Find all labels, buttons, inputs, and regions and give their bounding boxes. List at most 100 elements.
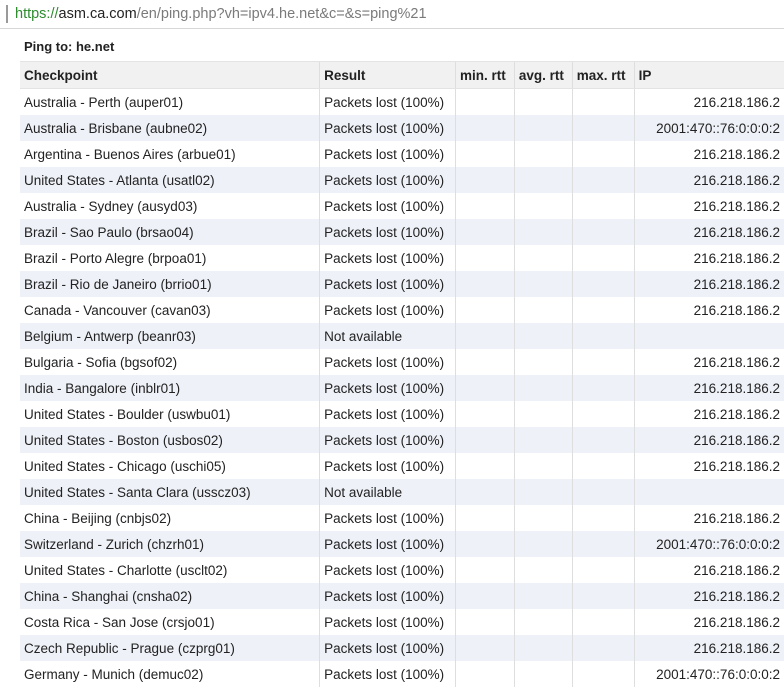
- avg-rtt-cell: [513, 583, 573, 609]
- ping-target-caption: Ping to: he.net: [24, 39, 115, 54]
- result-cell: Packets lost (100%): [319, 531, 456, 557]
- max-rtt-cell: [571, 271, 635, 297]
- ip-cell: 216.218.186.2: [633, 583, 784, 609]
- max-rtt-cell: [571, 167, 635, 193]
- ip-cell: [633, 323, 784, 349]
- avg-rtt-cell: [513, 531, 573, 557]
- max-rtt-cell: [571, 453, 635, 479]
- max-rtt-cell: [571, 661, 635, 687]
- table-row: Canada - Vancouver (cavan03) Packets lost…: [20, 297, 784, 323]
- min-rtt-cell: [455, 375, 515, 401]
- max-rtt-cell: [571, 245, 635, 271]
- column-header-checkpoint: Checkpoint: [20, 61, 320, 89]
- avg-rtt-cell: [513, 401, 573, 427]
- checkpoint-cell: United States - Boston (usbos02): [20, 427, 320, 453]
- table-row: Bulgaria - Sofia (bgsof02) Packets lost (…: [20, 349, 784, 375]
- min-rtt-cell: [455, 635, 515, 661]
- result-cell: Packets lost (100%): [319, 141, 456, 167]
- ip-cell: 216.218.186.2: [633, 167, 784, 193]
- ip-cell: 216.218.186.2: [633, 219, 784, 245]
- max-rtt-cell: [571, 323, 635, 349]
- column-header-result: Result: [319, 61, 456, 89]
- result-cell: Packets lost (100%): [319, 583, 456, 609]
- min-rtt-cell: [455, 245, 515, 271]
- column-header-ip: IP: [633, 61, 784, 89]
- max-rtt-cell: [571, 88, 635, 115]
- checkpoint-cell: Australia - Sydney (ausyd03): [24, 198, 198, 214]
- max-rtt-cell: [571, 297, 635, 323]
- table-row: United States - Boston (usbos02) Packets …: [20, 427, 784, 453]
- max-rtt-cell: [571, 635, 635, 661]
- checkpoint-cell: Belgium - Antwerp (beanr03): [20, 323, 320, 349]
- avg-rtt-cell: [513, 88, 573, 115]
- checkpoint-cell: Australia - Brisbane (aubne02): [20, 115, 320, 141]
- table-row: United States - Charlotte (usclt02) Packe…: [20, 557, 784, 583]
- min-rtt-cell: [455, 323, 515, 349]
- ip-cell: 216.218.186.2: [633, 193, 784, 219]
- avg-rtt-cell: [513, 557, 573, 583]
- result-cell: Packets lost (100%): [319, 167, 456, 193]
- ip-cell: 216.218.186.2: [633, 557, 784, 583]
- min-rtt-cell: [455, 453, 515, 479]
- table-row: United States - Atlanta (usatl02) Packets…: [20, 167, 784, 193]
- ip-cell: 2001:470::76:0:0:0:2: [633, 531, 784, 557]
- result-cell: Packets lost (100%): [319, 88, 456, 115]
- result-cell: Packets lost (100%): [319, 349, 456, 375]
- result-cell: Packets lost (100%): [319, 557, 456, 583]
- min-rtt-cell: [455, 141, 515, 167]
- checkpoint-cell: Switzerland - Zurich (chzrh01): [20, 531, 320, 557]
- result-cell: Packets lost (100%): [319, 453, 456, 479]
- checkpoint-cell: Germany - Munich (demuc02): [24, 666, 204, 682]
- avg-rtt-cell: [513, 609, 573, 635]
- result-cell: Packets lost (100%): [319, 271, 456, 297]
- avg-rtt-cell: [513, 635, 573, 661]
- table-row: Brazil - Sao Paulo (brsao04) Packets lost…: [20, 219, 784, 245]
- result-cell: Packets lost (100%): [319, 193, 456, 219]
- ip-cell: 216.218.186.2: [633, 427, 784, 453]
- ip-cell: 216.218.186.2: [633, 88, 784, 115]
- address-bar[interactable]: https://asm.ca.com/en/ping.php?vh=ipv4.h…: [0, 0, 784, 29]
- avg-rtt-cell: [513, 505, 573, 531]
- ip-cell: 216.218.186.2: [633, 141, 784, 167]
- max-rtt-cell: [571, 479, 635, 505]
- url-scheme: https://: [15, 6, 59, 22]
- ip-cell: 216.218.186.2: [633, 609, 784, 635]
- ip-cell: 2001:470::76:0:0:0:2: [633, 661, 784, 687]
- table-row: Belgium - Antwerp (beanr03) Not available: [20, 323, 784, 349]
- avg-rtt-cell: [513, 661, 573, 687]
- ip-cell: [633, 479, 784, 505]
- ip-cell: 216.218.186.2: [633, 401, 784, 427]
- checkpoint-cell: Canada - Vancouver (cavan03): [24, 302, 211, 318]
- min-rtt-cell: [455, 661, 515, 687]
- max-rtt-cell: [571, 349, 635, 375]
- min-rtt-cell: [455, 115, 515, 141]
- table-row: Switzerland - Zurich (chzrh01) Packets lo…: [20, 531, 784, 557]
- avg-rtt-cell: [513, 219, 573, 245]
- table-row: Costa Rica - San Jose (crsjo01) Packets l…: [20, 609, 784, 635]
- max-rtt-cell: [571, 401, 635, 427]
- min-rtt-cell: [455, 401, 515, 427]
- checkpoint-cell: Costa Rica - San Jose (crsjo01): [24, 614, 215, 630]
- table-row: Argentina - Buenos Aires (arbue01) Packet…: [20, 141, 784, 167]
- min-rtt-cell: [455, 609, 515, 635]
- result-cell: Not available: [319, 479, 456, 505]
- ping-results-page: Ping to: he.net Checkpoint Result min. r…: [0, 29, 784, 687]
- max-rtt-cell: [571, 505, 635, 531]
- table-row: China - Shanghai (cnsha02) Packets lost (…: [20, 583, 784, 609]
- avg-rtt-cell: [513, 245, 573, 271]
- ip-cell: 216.218.186.2: [633, 453, 784, 479]
- result-cell: Packets lost (100%): [319, 401, 456, 427]
- table-row: Brazil - Rio de Janeiro (brrio01) Packets…: [20, 271, 784, 297]
- min-rtt-cell: [455, 88, 515, 115]
- max-rtt-cell: [571, 609, 635, 635]
- checkpoint-cell: United States - Boulder (uswbu01): [24, 406, 231, 422]
- table-row: United States - Chicago (uschi05) Packets…: [20, 453, 784, 479]
- result-cell: Packets lost (100%): [319, 505, 456, 531]
- table-row: Brazil - Porto Alegre (brpoa01) Packets l…: [20, 245, 784, 271]
- table-row: Czech Republic - Prague (czprg01) Packets…: [20, 635, 784, 661]
- avg-rtt-cell: [513, 167, 573, 193]
- max-rtt-cell: [571, 557, 635, 583]
- min-rtt-cell: [455, 583, 515, 609]
- min-rtt-cell: [455, 297, 515, 323]
- min-rtt-cell: [455, 271, 515, 297]
